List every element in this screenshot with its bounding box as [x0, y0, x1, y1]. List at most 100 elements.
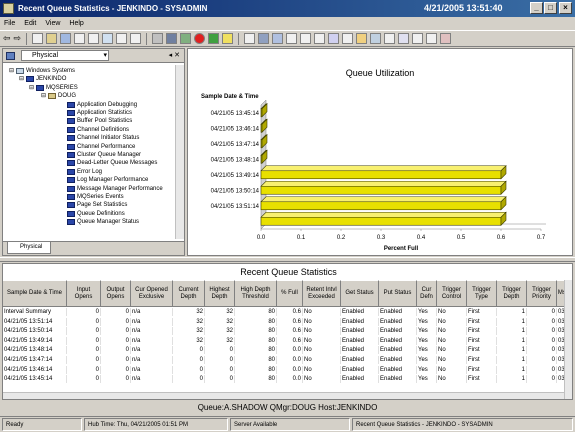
print-icon[interactable] [74, 33, 86, 44]
table-row[interactable]: Interval Summary 0 0 n/a 32 32 80 0.6 No Enabled E… [3, 308, 572, 316]
tree-item[interactable]: ⊟ DOUG [41, 92, 76, 100]
notepad-icon[interactable] [314, 33, 326, 44]
table-horizontal-scrollbar[interactable] [3, 392, 564, 399]
table-cell: Enabled [341, 356, 379, 364]
plot-chart-icon[interactable] [286, 33, 298, 44]
maximize-button[interactable]: □ [544, 2, 557, 14]
tree-item[interactable]: Error Log [67, 168, 102, 176]
history-icon[interactable] [130, 33, 142, 44]
column-header[interactable]: Highest Depth [205, 280, 235, 307]
collapse-icon[interactable]: ⊟ [29, 84, 34, 92]
tools-icon[interactable] [152, 33, 164, 44]
message-log-icon[interactable] [342, 33, 354, 44]
table-row[interactable]: 04/21/05 13:46:14 0 0 n/a 0 0 80 0.0 No Enabled En… [3, 365, 572, 374]
table-row[interactable]: 04/21/05 13:47:14 0 0 n/a 0 0 80 0.0 No Enabled En… [3, 356, 572, 364]
menu-view[interactable]: View [45, 20, 60, 27]
tree-item[interactable]: ⊟ MQSERIES [29, 84, 78, 92]
column-header[interactable]: Trigger Priority [527, 280, 557, 307]
terminal-icon[interactable] [370, 33, 382, 44]
menu-file[interactable]: File [4, 20, 15, 27]
take-action-icon[interactable] [398, 33, 410, 44]
column-header[interactable]: Trigger Depth [497, 280, 527, 307]
tree-item[interactable]: Queue Manager Status [67, 218, 139, 226]
x-tick-label: 0.0 [257, 235, 266, 241]
tree-item[interactable]: Message Manager Performance [67, 185, 163, 193]
stop-icon[interactable] [194, 33, 206, 44]
tree-item[interactable]: Channel Performance [67, 143, 135, 151]
navigator-icon [6, 52, 15, 60]
tree-item[interactable]: ⊟ JENKINDO [19, 75, 66, 83]
column-header[interactable]: Sample Date & Time [3, 280, 67, 307]
workspace-icon [67, 101, 75, 108]
column-header[interactable]: Cur Defn [417, 280, 437, 307]
column-header[interactable]: Retent Intvl Exceeded [303, 280, 341, 307]
column-header[interactable]: % Full [277, 280, 303, 307]
tree-item[interactable]: Log Manager Performance [67, 176, 148, 184]
back-icon[interactable]: ⇦ [3, 33, 11, 44]
table-cell: 0 [527, 375, 557, 384]
minimize-button[interactable]: _ [530, 2, 543, 14]
gauge-icon[interactable] [300, 33, 312, 44]
collapse-icon[interactable]: ⊟ [41, 92, 46, 100]
tree-item[interactable]: Page Set Statistics [67, 201, 127, 209]
menu-edit[interactable]: Edit [24, 20, 36, 27]
graphic-view-icon[interactable] [356, 33, 368, 44]
split-icon[interactable] [116, 33, 128, 44]
table-row[interactable]: 04/21/05 13:49:14 0 0 n/a 32 32 80 0.6 No Enabled… [3, 336, 572, 345]
tree-item[interactable]: ⊟ Windows Systems [9, 67, 75, 75]
close-pane-icon[interactable]: ◂ ✕ [169, 51, 180, 59]
tab-physical[interactable]: Physical [7, 242, 51, 254]
column-header[interactable]: Input Opens [67, 280, 101, 307]
tree-item[interactable]: Buffer Pool Statistics [67, 117, 132, 125]
tree-item[interactable]: Channel Definitions [67, 126, 129, 134]
collapse-icon[interactable]: ⊟ [19, 75, 24, 83]
horizontal-splitter[interactable] [0, 257, 575, 262]
tree-item[interactable]: Cluster Queue Manager [67, 151, 141, 159]
table-row[interactable]: 04/21/05 13:45:14 0 0 n/a 0 0 80 0.0 No Enabled En… [3, 375, 572, 384]
table-vertical-scrollbar[interactable] [564, 280, 572, 399]
table-row[interactable]: 04/21/05 13:51:14 0 0 n/a 32 32 80 0.6 No Enabled… [3, 317, 572, 326]
bar-chart-icon[interactable] [272, 33, 284, 44]
column-header[interactable]: High Depth Threshold [235, 280, 277, 307]
table-row[interactable]: 04/21/05 13:50:14 0 0 n/a 32 32 80 0.6 No Enabled… [3, 327, 572, 336]
pie-chart-icon[interactable] [258, 33, 270, 44]
navigator-scrollbar[interactable] [175, 65, 184, 239]
user-admin-icon[interactable] [426, 33, 438, 44]
forward-icon[interactable]: ⇨ [14, 33, 22, 44]
navigator-view-select[interactable]: Physical [21, 50, 109, 61]
tree-item[interactable]: Queue Definitions [67, 210, 125, 218]
link-icon[interactable] [208, 33, 220, 44]
column-header[interactable]: Cur Opened Exclusive [131, 280, 173, 307]
tree-item[interactable]: Application Statistics [67, 109, 132, 117]
tree-item[interactable]: Channel Initiator Status [67, 134, 139, 142]
refresh-icon[interactable] [180, 33, 192, 44]
save-icon[interactable] [60, 33, 72, 44]
close-button[interactable]: × [559, 2, 572, 14]
table-view-icon[interactable] [244, 33, 256, 44]
tree-item[interactable]: MQSeries Events [67, 193, 124, 201]
menu-help[interactable]: Help [69, 20, 83, 27]
properties-icon[interactable] [88, 33, 100, 44]
column-header[interactable]: Trigger Control [437, 280, 467, 307]
table-row[interactable]: 04/21/05 13:48:14 0 0 n/a 0 0 80 0.0 No Enabled En… [3, 346, 572, 355]
tree-item[interactable]: Dead-Letter Queue Messages [67, 159, 157, 167]
collapse-icon[interactable]: ⊟ [9, 67, 14, 75]
help-icon[interactable] [440, 33, 452, 44]
event-console-icon[interactable] [328, 33, 340, 44]
column-header[interactable]: Put Status [379, 280, 417, 307]
column-header[interactable]: Get Status [341, 280, 379, 307]
table-cell: No [437, 308, 467, 316]
workspace-icon[interactable] [102, 33, 114, 44]
table-cell: No [303, 365, 341, 374]
settings-icon[interactable] [166, 33, 178, 44]
situation-icon[interactable] [412, 33, 424, 44]
column-header[interactable]: Trigger Type [467, 280, 497, 307]
sun-icon[interactable] [222, 33, 234, 44]
new-window-icon[interactable] [32, 33, 44, 44]
column-header[interactable]: Current Depth [173, 280, 205, 307]
open-icon[interactable] [46, 33, 58, 44]
x-tick-label: 0.5 [457, 235, 466, 241]
tree-item[interactable]: Application Debugging [67, 101, 137, 109]
browser-icon[interactable] [384, 33, 396, 44]
column-header[interactable]: Output Opens [101, 280, 131, 307]
